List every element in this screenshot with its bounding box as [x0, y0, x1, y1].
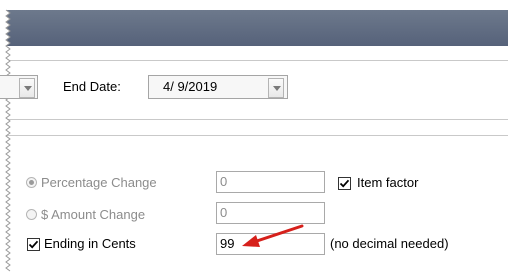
item-factor-checkbox[interactable]: [338, 177, 351, 190]
chevron-down-icon: [273, 86, 281, 91]
amount-change-field[interactable]: 0: [216, 202, 325, 224]
title-bar: [6, 10, 508, 46]
percentage-change-radio[interactable]: [26, 177, 37, 188]
ending-in-cents-hint: (no decimal needed): [330, 236, 449, 251]
percentage-change-field[interactable]: 0: [216, 171, 325, 193]
amount-change-radio[interactable]: [26, 209, 37, 220]
chevron-down-icon: [24, 86, 32, 91]
percentage-change-label[interactable]: Percentage Change: [41, 175, 157, 191]
end-date-combo[interactable]: 4/ 9/2019: [148, 75, 288, 99]
checkmark-icon: [28, 240, 39, 249]
end-date-dropdown-button[interactable]: [268, 78, 284, 98]
radio-selected-dot: [29, 180, 34, 185]
end-date-label: End Date:: [63, 79, 121, 94]
ending-in-cents-checkbox[interactable]: [27, 238, 40, 251]
start-date-combo[interactable]: [0, 75, 38, 99]
ending-in-cents-label[interactable]: Ending in Cents: [44, 236, 136, 252]
amount-change-label[interactable]: $ Amount Change: [41, 207, 145, 223]
checkmark-icon: [339, 179, 350, 188]
annotation-arrow-icon: [242, 224, 304, 247]
start-date-dropdown-button[interactable]: [19, 78, 35, 98]
end-date-value: 4/ 9/2019: [163, 79, 218, 94]
item-factor-label[interactable]: Item factor: [357, 175, 418, 191]
dialog-screenshot: End Date: 4/ 9/2019 Percentage Change 0 …: [0, 0, 508, 273]
